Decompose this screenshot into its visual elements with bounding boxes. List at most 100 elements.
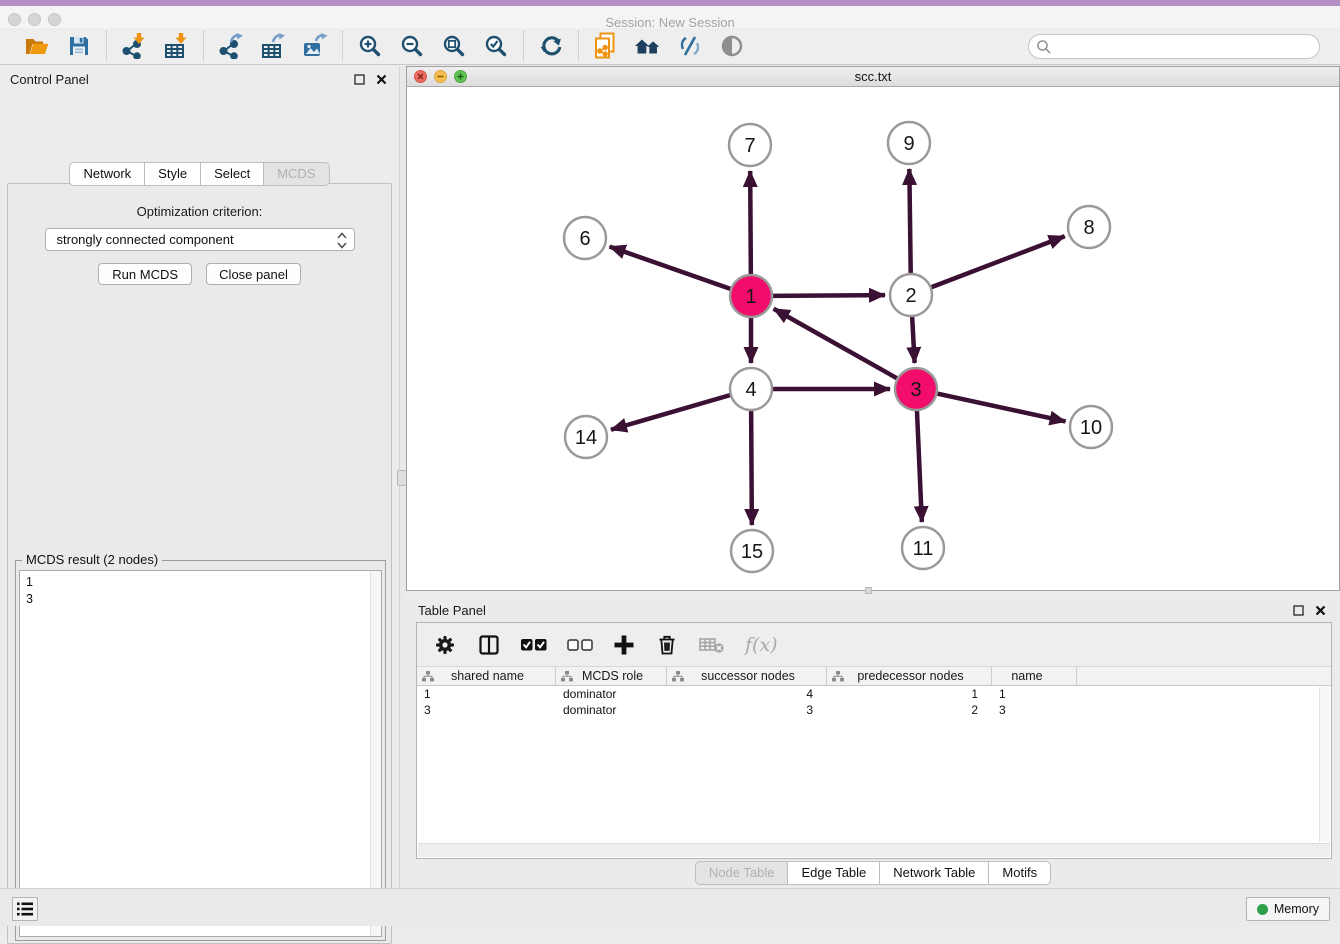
- tab-motifs[interactable]: Motifs: [989, 861, 1051, 885]
- zoom-out-icon: [400, 34, 424, 58]
- graph-edge-2-3[interactable]: [912, 316, 915, 363]
- graph-node-10[interactable]: 10: [1070, 406, 1112, 448]
- export-table-icon: [260, 33, 286, 59]
- graph-node-6[interactable]: 6: [564, 217, 606, 259]
- table-settings-button[interactable]: [433, 633, 457, 657]
- graph-node-11[interactable]: 11: [902, 527, 944, 569]
- import-network-button[interactable]: [120, 32, 148, 60]
- table-cell[interactable]: 3: [417, 702, 556, 718]
- tab-style[interactable]: Style: [145, 162, 201, 186]
- show-columns-button[interactable]: [477, 633, 501, 657]
- column-label: MCDS role: [573, 669, 666, 683]
- refresh-button[interactable]: [537, 32, 565, 60]
- column-header-name[interactable]: name: [992, 667, 1077, 685]
- create-column-button[interactable]: [613, 634, 635, 656]
- graph-edge-2-9[interactable]: [909, 169, 910, 274]
- graph-edge-2-8[interactable]: [931, 236, 1065, 287]
- table-cell[interactable]: dominator: [556, 686, 667, 702]
- graph-edge-1-2[interactable]: [772, 295, 885, 296]
- graph-node-7[interactable]: 7: [729, 124, 771, 166]
- graphics-details-button[interactable]: [718, 32, 746, 60]
- task-history-button[interactable]: [12, 897, 38, 921]
- graph-node-4[interactable]: 4: [730, 368, 772, 410]
- graph-edge-1-7[interactable]: [750, 171, 751, 275]
- export-network-button[interactable]: [217, 32, 245, 60]
- plus-icon: [613, 634, 635, 656]
- open-session-button[interactable]: [23, 32, 51, 60]
- tab-node-table[interactable]: Node Table: [695, 861, 789, 885]
- graph-edge-3-1[interactable]: [774, 309, 898, 379]
- float-panel-button[interactable]: [351, 71, 367, 87]
- zoom-selected-button[interactable]: [482, 32, 510, 60]
- delete-table-button[interactable]: [699, 635, 725, 655]
- graph-edge-4-15[interactable]: [751, 410, 752, 525]
- table-cell[interactable]: 4: [667, 686, 827, 702]
- mcds-result-title: MCDS result (2 nodes): [22, 552, 162, 567]
- export-table-button[interactable]: [259, 32, 287, 60]
- zoom-out-button[interactable]: [398, 32, 426, 60]
- graph-node-9[interactable]: 9: [888, 122, 930, 164]
- column-label: shared name: [434, 669, 555, 683]
- tab-mcds[interactable]: MCDS: [264, 162, 329, 186]
- search-input[interactable]: [1028, 34, 1320, 59]
- tab-network-table[interactable]: Network Table: [880, 861, 989, 885]
- function-builder-button[interactable]: f(x): [745, 634, 778, 656]
- table-row[interactable]: 3dominator323: [417, 702, 1331, 718]
- graph-edge-3-11[interactable]: [917, 410, 922, 522]
- mcds-result-area[interactable]: 1 3: [19, 570, 382, 937]
- window-resize-notch[interactable]: [865, 587, 872, 594]
- table-cell[interactable]: 3: [992, 702, 1077, 718]
- node-label: 10: [1080, 417, 1102, 439]
- close-panel-button[interactable]: [373, 71, 389, 87]
- graph-edge-1-6[interactable]: [610, 247, 732, 289]
- table-scrollbar[interactable]: [1319, 687, 1330, 842]
- delete-column-button[interactable]: [655, 633, 679, 657]
- style-toggle-button[interactable]: [676, 32, 704, 60]
- run-mcds-button[interactable]: Run MCDS: [98, 263, 192, 285]
- optimization-criterion-select[interactable]: strongly connected component: [45, 228, 355, 251]
- node-table[interactable]: shared name MCDS rolesuccessor nodesprede…: [417, 667, 1331, 718]
- panel-splitter[interactable]: [399, 66, 406, 888]
- table-cell[interactable]: 2: [827, 702, 992, 718]
- open-folder-icon: [24, 34, 50, 58]
- graph-node-2[interactable]: 2: [890, 274, 932, 316]
- network-window-titlebar[interactable]: scc.txt: [407, 67, 1339, 87]
- first-neighbors-button[interactable]: [634, 32, 662, 60]
- export-image-button[interactable]: [301, 32, 329, 60]
- graph-node-3[interactable]: 3: [895, 368, 937, 410]
- network-canvas[interactable]: 7 9 6 8 1 2 4 3 14 10 15 11: [407, 87, 1339, 590]
- graph-node-15[interactable]: 15: [731, 530, 773, 572]
- result-scrollbar[interactable]: [370, 571, 381, 936]
- tab-select[interactable]: Select: [201, 162, 264, 186]
- close-table-panel-button[interactable]: [1312, 602, 1328, 618]
- table-cell[interactable]: dominator: [556, 702, 667, 718]
- graph-node-14[interactable]: 14: [565, 416, 607, 458]
- column-header-shared-name[interactable]: shared name: [417, 667, 556, 685]
- zoom-fit-button[interactable]: [440, 32, 468, 60]
- tab-network[interactable]: Network: [69, 162, 145, 186]
- graph-node-1[interactable]: 1: [730, 275, 772, 317]
- column-header-successor-nodes[interactable]: successor nodes: [667, 667, 827, 685]
- graph-node-8[interactable]: 8: [1068, 206, 1110, 248]
- column-header-MCDS-role[interactable]: MCDS role: [556, 667, 667, 685]
- sort-tree-icon: [832, 671, 844, 682]
- network-from-file-button[interactable]: [592, 32, 620, 60]
- import-table-button[interactable]: [162, 32, 190, 60]
- graph-edge-4-14[interactable]: [611, 395, 731, 430]
- column-header-predecessor-nodes[interactable]: predecessor nodes: [827, 667, 992, 685]
- graph-edge-3-10[interactable]: [937, 393, 1066, 421]
- table-cell[interactable]: 1: [417, 686, 556, 702]
- deselect-all-button[interactable]: [567, 638, 593, 652]
- zoom-in-button[interactable]: [356, 32, 384, 60]
- table-cell[interactable]: 1: [992, 686, 1077, 702]
- select-all-button[interactable]: [521, 638, 547, 652]
- float-table-panel-button[interactable]: [1290, 602, 1306, 618]
- memory-button[interactable]: Memory: [1246, 897, 1330, 921]
- table-cell[interactable]: 3: [667, 702, 827, 718]
- table-hscroll-area[interactable]: [418, 843, 1330, 857]
- table-row[interactable]: 1dominator411: [417, 686, 1331, 702]
- save-session-button[interactable]: [65, 32, 93, 60]
- tab-edge-table[interactable]: Edge Table: [788, 861, 880, 885]
- close-panel-action-button[interactable]: Close panel: [206, 263, 301, 285]
- table-cell[interactable]: 1: [827, 686, 992, 702]
